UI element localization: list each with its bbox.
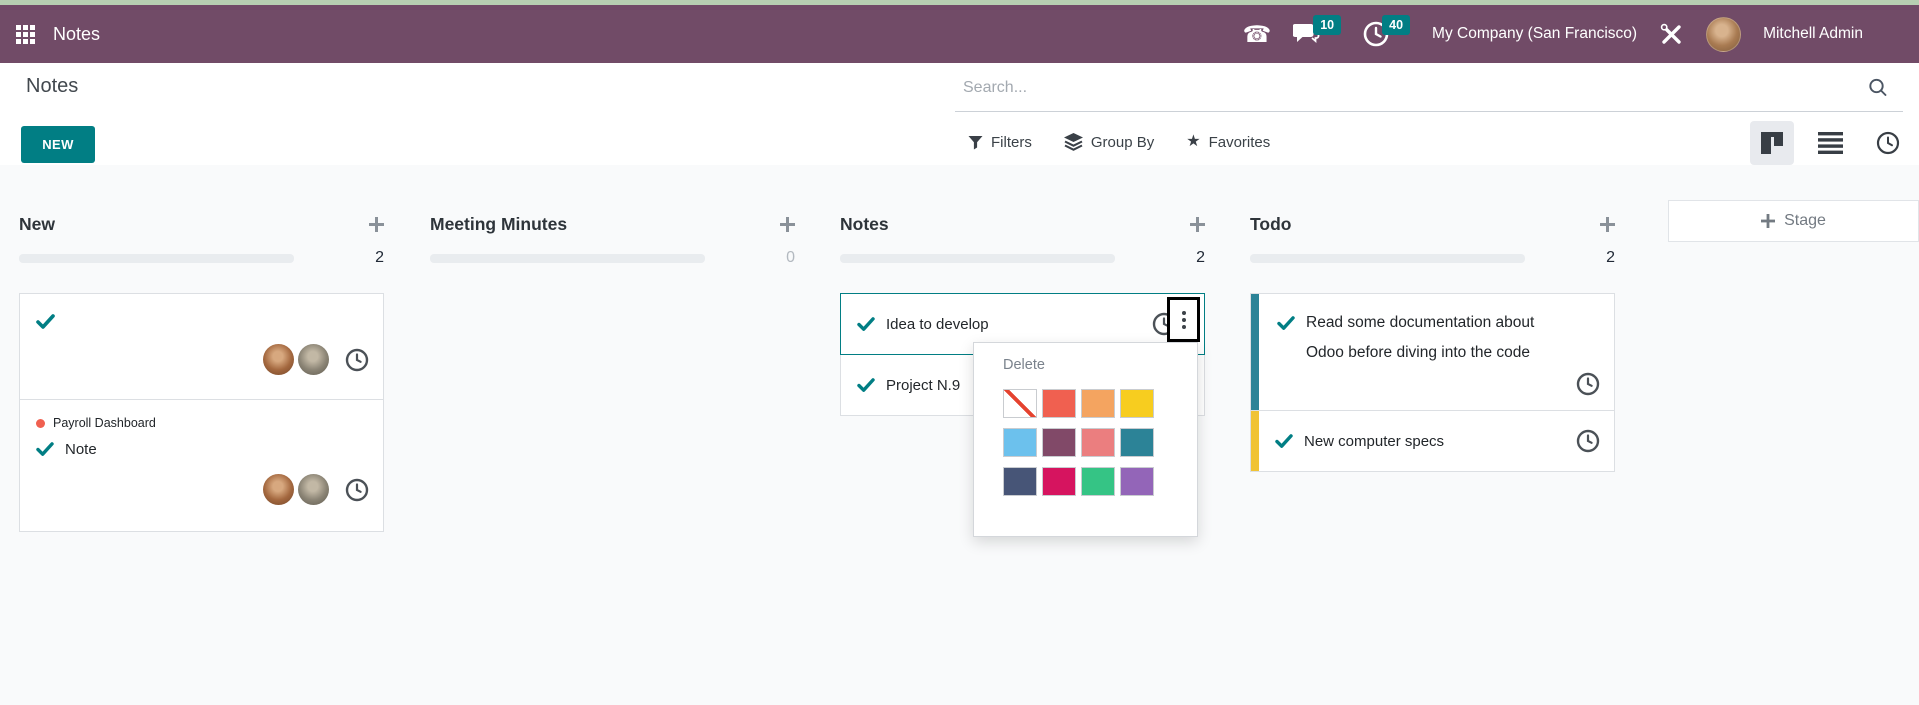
card-title: Read some documentation about Odoo befor… (1306, 314, 1535, 361)
search-icon[interactable] (1867, 77, 1889, 99)
color-swatch[interactable] (1081, 467, 1115, 496)
color-swatch[interactable] (1081, 389, 1115, 418)
color-palette (1003, 389, 1197, 496)
top-navbar: Notes ☎ 10 40 My Company (San Francisco)… (0, 5, 1919, 63)
color-swatch[interactable] (1042, 389, 1076, 418)
avatar[interactable] (263, 344, 294, 375)
column-count: 2 (1606, 249, 1615, 266)
star-icon: ★ (1186, 133, 1201, 150)
card-color-bar (1251, 294, 1259, 410)
user-avatar[interactable] (1706, 16, 1742, 52)
card-title: New computer specs (1304, 432, 1445, 450)
card-title: Idea to develop (886, 315, 989, 333)
add-card-icon[interactable] (1600, 216, 1615, 232)
card-color-bar (1251, 411, 1259, 471)
activity-clock-icon[interactable] (1576, 372, 1600, 396)
filters-button[interactable]: Filters (968, 134, 1032, 151)
column-progressbar[interactable] (1250, 253, 1525, 263)
tag-label: Payroll Dashboard (53, 416, 156, 430)
column-count: 2 (375, 249, 384, 266)
color-swatch[interactable] (1042, 428, 1076, 457)
activity-view-button[interactable] (1866, 121, 1910, 165)
app-title[interactable]: Notes (53, 24, 100, 45)
voip-phone-icon[interactable]: ☎ (1243, 22, 1272, 46)
column-progressbar[interactable] (430, 253, 705, 263)
kanban-column-new: New 2 Payroll Dashboard Note (19, 206, 384, 532)
card-title: Note (65, 441, 97, 458)
color-swatch[interactable] (1120, 389, 1154, 418)
layers-icon (1063, 133, 1083, 151)
plus-icon (1761, 214, 1776, 228)
color-swatch[interactable] (1003, 428, 1037, 457)
avatar[interactable] (298, 474, 329, 505)
add-card-icon[interactable] (1190, 216, 1205, 232)
card-title: Project N.9 (886, 376, 961, 394)
filter-funnel-icon (968, 135, 983, 150)
group-by-button[interactable]: Group By (1063, 133, 1155, 151)
activities-count-badge: 40 (1382, 15, 1411, 35)
view-switcher (1750, 121, 1910, 165)
kanban-column-meeting-minutes: Meeting Minutes 0 (430, 206, 795, 266)
favorites-label: Favorites (1208, 133, 1271, 151)
page-title: Notes (26, 75, 79, 97)
delete-menu-item[interactable]: Delete (1003, 357, 1197, 373)
group-by-label: Group By (1090, 133, 1155, 151)
check-icon (857, 377, 875, 393)
check-icon (36, 314, 369, 330)
column-progressbar[interactable] (840, 253, 1115, 263)
filters-label: Filters (991, 133, 1032, 151)
avatar[interactable] (263, 474, 294, 505)
debug-tools-icon[interactable] (1659, 22, 1684, 47)
color-swatch[interactable] (1120, 428, 1154, 457)
check-icon (857, 316, 875, 332)
column-count: 0 (786, 249, 795, 266)
kanban-card[interactable] (19, 293, 384, 400)
activity-clock-icon[interactable] (345, 478, 369, 502)
color-swatch[interactable] (1081, 428, 1115, 457)
color-swatch-none[interactable] (1003, 389, 1037, 418)
search-input[interactable] (955, 79, 1867, 97)
notes-app-screen: Notes ☎ 10 40 My Company (San Francisco)… (0, 0, 1919, 705)
search-bar (955, 65, 1903, 112)
messages-count-badge: 10 (1313, 15, 1342, 35)
color-swatch[interactable] (1042, 467, 1076, 496)
kanban-view-button[interactable] (1750, 121, 1794, 165)
card-options-kebab-button[interactable] (1167, 297, 1200, 342)
kanban-card[interactable]: New computer specs (1250, 410, 1615, 472)
activity-clock-icon[interactable] (345, 348, 369, 372)
column-title[interactable]: Todo (1250, 214, 1291, 235)
add-stage-button[interactable]: Stage (1668, 200, 1919, 242)
kanban-card[interactable]: Payroll Dashboard Note (19, 399, 384, 532)
new-button[interactable]: NEW (21, 126, 95, 163)
kanban-column-todo: Todo 2 Read some documentation about Odo… (1250, 206, 1615, 472)
card-options-dropdown: Delete (973, 342, 1198, 537)
column-title[interactable]: Notes (840, 214, 889, 235)
column-count: 2 (1196, 249, 1205, 266)
tag-dot (36, 418, 45, 428)
list-view-button[interactable] (1808, 121, 1852, 165)
add-card-icon[interactable] (780, 216, 795, 232)
column-title[interactable]: Meeting Minutes (430, 214, 567, 235)
column-title[interactable]: New (19, 214, 55, 235)
company-switcher[interactable]: My Company (San Francisco) (1432, 25, 1637, 43)
color-swatch[interactable] (1120, 467, 1154, 496)
search-options-row: Filters Group By ★ Favorites (968, 133, 1270, 151)
check-icon (1275, 433, 1293, 449)
kanban-board: New 2 Payroll Dashboard Note Meeting Min… (0, 165, 1919, 705)
check-icon (1277, 316, 1295, 331)
kanban-card[interactable]: Read some documentation about Odoo befor… (1250, 293, 1615, 411)
favorites-button[interactable]: ★ Favorites (1186, 134, 1270, 151)
check-icon (36, 442, 54, 457)
avatar[interactable] (298, 344, 329, 375)
control-panel: Notes NEW Filters (0, 63, 1919, 165)
add-card-icon[interactable] (369, 216, 384, 232)
add-stage-label: Stage (1784, 212, 1826, 229)
activity-clock-icon[interactable] (1576, 429, 1600, 453)
user-menu[interactable]: Mitchell Admin (1763, 25, 1863, 43)
color-swatch[interactable] (1003, 467, 1037, 496)
column-progressbar[interactable] (19, 253, 294, 263)
apps-grid-icon[interactable] (16, 24, 35, 44)
